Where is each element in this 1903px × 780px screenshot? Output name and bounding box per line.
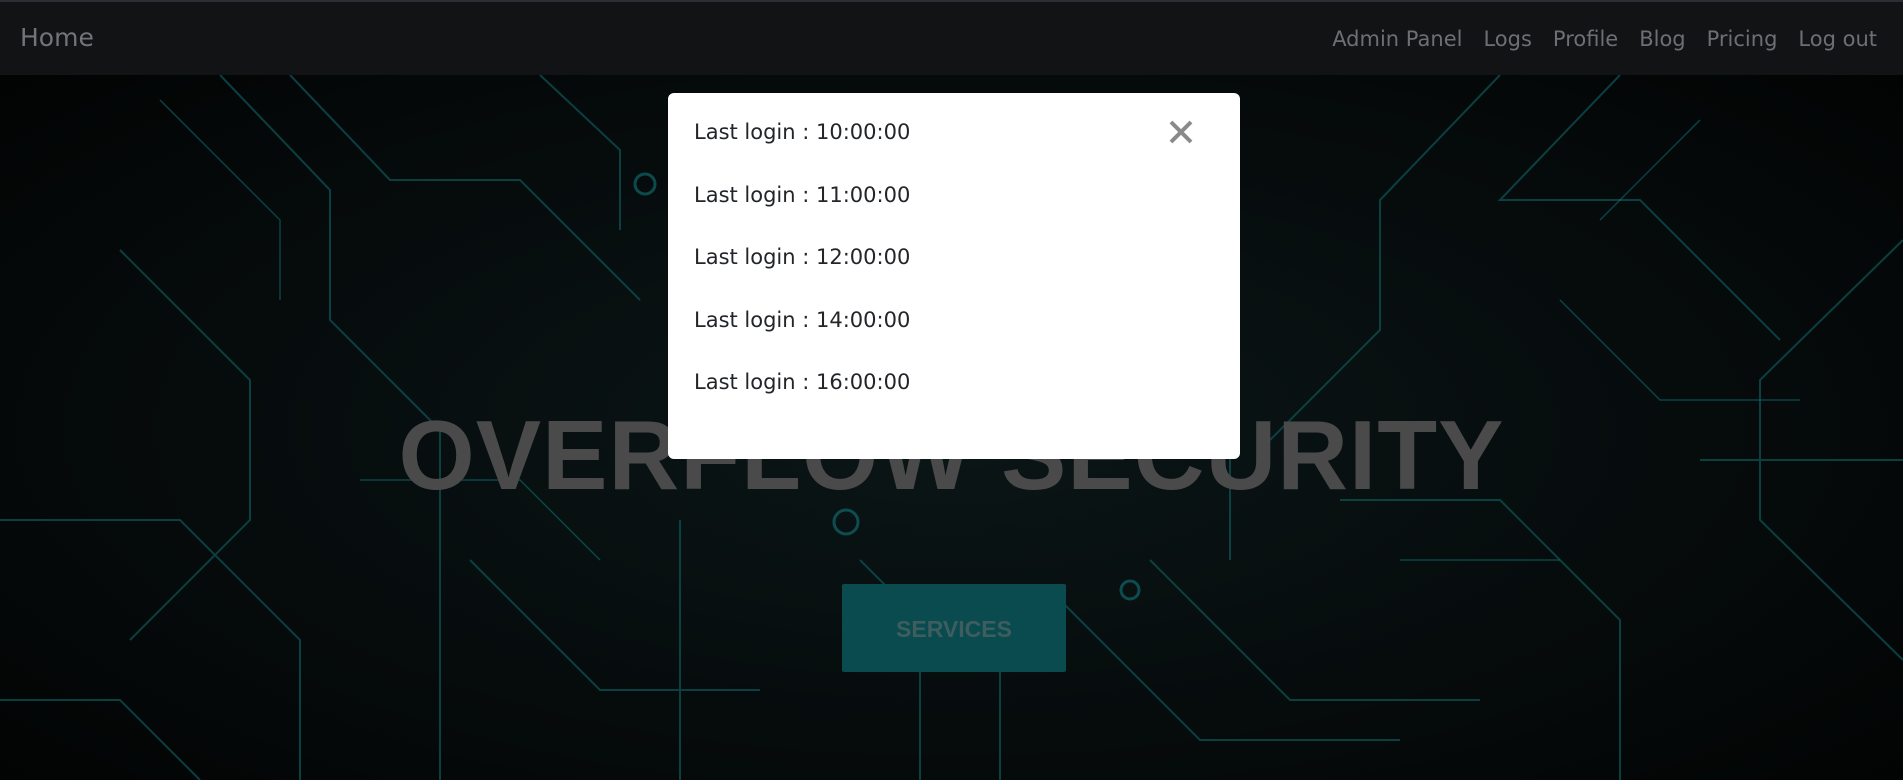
nav-link-pricing[interactable]: Pricing: [1707, 24, 1778, 54]
list-item: Last login : 16:00:00: [694, 370, 911, 394]
list-item: Last login : 12:00:00: [694, 245, 911, 269]
login-history-modal: Last login : 10:00:00 Last login : 11:00…: [668, 93, 1240, 459]
nav-link-profile[interactable]: Profile: [1553, 24, 1618, 54]
nav-links: Admin Panel Logs Profile Blog Pricing Lo…: [1311, 24, 1877, 54]
nav-link-blog[interactable]: Blog: [1639, 24, 1685, 54]
list-item: Last login : 11:00:00: [694, 182, 911, 207]
navbar: Home Admin Panel Logs Profile Blog Prici…: [0, 0, 1903, 75]
close-icon[interactable]: [1164, 115, 1198, 149]
home-link[interactable]: Home: [20, 22, 94, 54]
nav-link-logs[interactable]: Logs: [1483, 24, 1531, 54]
nav-link-admin-panel[interactable]: Admin Panel: [1332, 24, 1462, 54]
login-list: Last login : 10:00:00 Last login : 11:00…: [694, 119, 1214, 395]
nav-link-log-out[interactable]: Log out: [1798, 24, 1877, 54]
page: Home Admin Panel Logs Profile Blog Prici…: [0, 0, 1903, 780]
list-item: Last login : 14:00:00: [694, 307, 911, 332]
list-item: Last login : 10:00:00: [694, 120, 911, 144]
services-button[interactable]: SERVICES: [842, 584, 1066, 672]
